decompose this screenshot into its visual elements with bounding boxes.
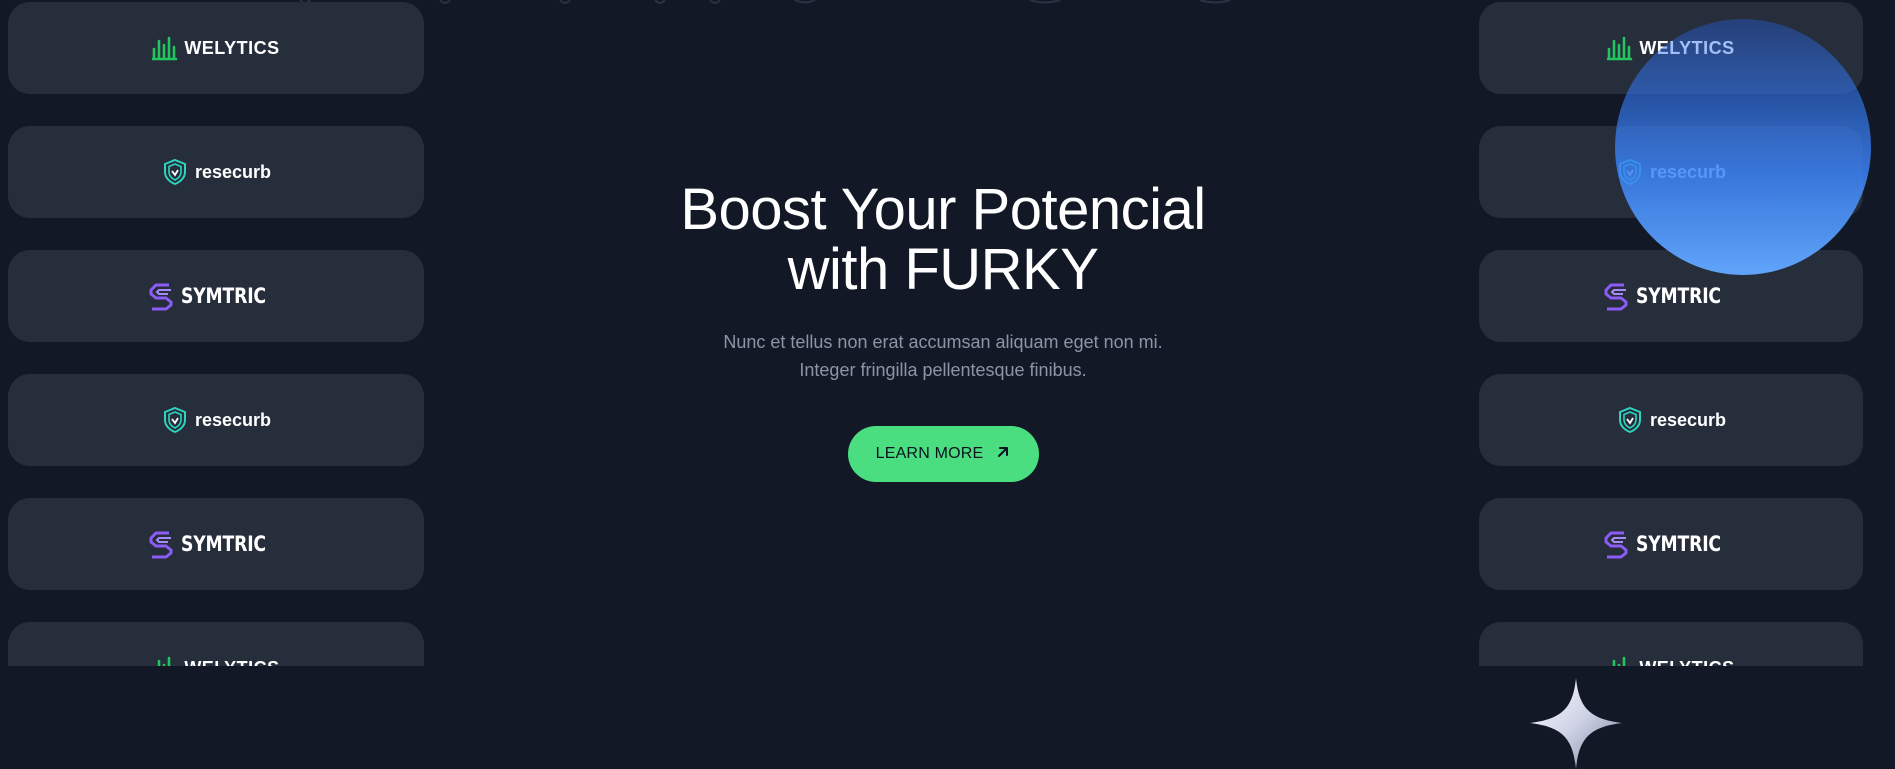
- four-point-star-icon: [1530, 678, 1622, 769]
- logo-card-resecurb: resecurb: [8, 126, 424, 218]
- resecurb-logo-icon: [1616, 158, 1644, 186]
- learn-more-button[interactable]: LEARN MORE: [848, 426, 1039, 482]
- resecurb-logo-icon: [161, 406, 189, 434]
- logo-card-resecurb: resecurb: [1479, 126, 1863, 218]
- symtric-logo-text: SYMTRIC: [181, 284, 267, 308]
- logo-card-resecurb: resecurb: [8, 374, 424, 466]
- resecurb-logo-text: resecurb: [194, 409, 272, 430]
- logo-card-welytics: WELYTICS: [8, 622, 424, 666]
- hero-title: Boost Your Potencial with FURKY: [548, 180, 1338, 300]
- resecurb-logo-icon: [1616, 406, 1644, 434]
- resecurb-logo-text: resecurb: [1649, 161, 1727, 182]
- welytics-logo-text: WELYTICS: [1639, 658, 1734, 667]
- welytics-logo-text: WELYTICS: [1639, 37, 1735, 58]
- symtric-logo-icon: [1602, 281, 1630, 311]
- symtric-logo-text: SYMTRIC: [1636, 532, 1722, 556]
- symtric-logo-text: SYMTRIC: [1636, 284, 1722, 308]
- hero-section: Boost Your Potencial with FURKY Nunc et …: [548, 180, 1338, 384]
- hero-subtitle-line1: Nunc et tellus non erat accumsan aliquam…: [723, 332, 1163, 352]
- hero-subtitle: Nunc et tellus non erat accumsan aliquam…: [683, 328, 1203, 384]
- logo-column-left: WELYTICS resecurb SYMTRIC resecurb SYMTR…: [8, 0, 424, 666]
- welytics-logo-text: WELYTICS: [184, 658, 279, 667]
- logo-card-symtric: SYMTRIC: [1479, 250, 1863, 342]
- welytics-logo-icon: [1607, 35, 1633, 61]
- hero-title-line2: with FURKY: [787, 237, 1099, 302]
- logo-card-symtric: SYMTRIC: [1479, 498, 1863, 590]
- logo-card-symtric: SYMTRIC: [8, 498, 424, 590]
- welytics-logo-icon: [152, 35, 178, 61]
- page: WELYTICS resecurb SYMTRIC resecurb SYMTR…: [0, 0, 1895, 769]
- logo-column-right: WELYTICS resecurb SYMTRIC resecurb SYMTR…: [1479, 0, 1863, 666]
- symtric-logo-icon: [147, 281, 175, 311]
- welytics-logo-icon: [1607, 655, 1633, 666]
- hero-title-line1: Boost Your Potencial: [680, 177, 1206, 242]
- welytics-logo-text: WELYTICS: [184, 37, 280, 58]
- symtric-logo-icon: [1602, 529, 1630, 559]
- symtric-logo-icon: [147, 529, 175, 559]
- logo-card-symtric: SYMTRIC: [8, 250, 424, 342]
- logo-card-welytics: WELYTICS: [1479, 2, 1863, 94]
- logo-card-resecurb: resecurb: [1479, 374, 1863, 466]
- logo-card-welytics: WELYTICS: [8, 2, 424, 94]
- resecurb-logo-icon: [161, 158, 189, 186]
- learn-more-label: LEARN MORE: [875, 445, 984, 462]
- resecurb-logo-text: resecurb: [194, 161, 272, 182]
- welytics-logo-icon: [152, 655, 178, 666]
- logo-card-welytics: WELYTICS: [1479, 622, 1863, 666]
- arrow-up-right-icon: [995, 444, 1011, 465]
- symtric-logo-text: SYMTRIC: [181, 532, 267, 556]
- hero-subtitle-line2: Integer fringilla pellentesque finibus.: [799, 360, 1087, 380]
- resecurb-logo-text: resecurb: [1649, 409, 1727, 430]
